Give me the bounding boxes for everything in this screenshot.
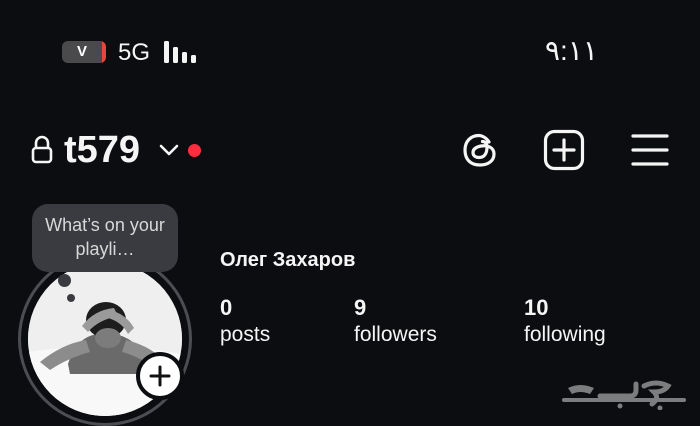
account-username[interactable]: t579 [64,128,140,172]
network-type: 5G [118,39,151,66]
posts-count[interactable]: 0 [220,295,232,321]
menu-icon[interactable] [630,132,670,168]
status-time: ٩:١١ [545,35,598,66]
plus-icon [149,365,171,387]
note-bubble[interactable]: What’s on your playli… [32,204,178,272]
battery-level-fill [102,41,106,63]
chevron-down-icon[interactable] [158,143,180,157]
threads-icon[interactable] [459,128,503,172]
notification-dot [188,144,201,157]
haraj-watermark-logo [562,380,686,410]
note-bubble-tail [58,274,71,287]
lock-icon [31,135,53,164]
display-name: Олег Захаров [220,249,356,271]
battery-label: V [76,43,87,60]
following-count[interactable]: 10 [524,295,548,321]
following-label[interactable]: following [524,322,606,348]
create-post-button[interactable] [542,128,586,172]
signal-strength-icon [164,41,196,63]
followers-label[interactable]: followers [354,322,437,348]
battery-indicator: V [62,41,106,63]
followers-count[interactable]: 9 [354,295,366,321]
note-bubble-tail-small [67,294,75,302]
note-text: What’s on your playli… [45,215,165,259]
add-story-button[interactable] [136,352,184,400]
posts-label[interactable]: posts [220,322,270,348]
